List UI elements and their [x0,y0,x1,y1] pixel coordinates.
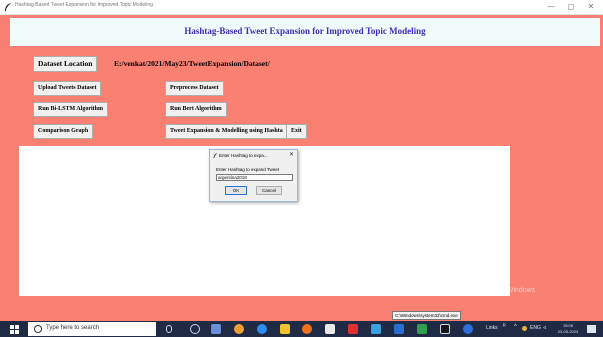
hashtag-input-dialog: Enter Hashtag to expa... ✕ Enter Hashtag… [209,149,298,202]
maximize-button[interactable]: ◻ [562,1,580,13]
preprocess-dataset-button[interactable]: Preprocess Dataset [165,81,224,96]
minimize-button[interactable]: — [542,1,560,13]
upload-tweets-button[interactable]: Upload Tweets Dataset [33,81,102,96]
taskbar-search-box[interactable]: Type here to search [28,322,156,336]
microphone-icon[interactable] [166,325,172,333]
taskbar-clock[interactable]: 15:05 23-05-2023 [556,323,580,335]
dataset-path-text: E:/venkat/2021/May23/TweetExpansion/Data… [114,59,270,68]
window-titlebar: Hashtag-Based Tweet Expansion for Improv… [0,0,603,15]
chevron-up-icon[interactable]: ^ [514,324,517,330]
hashtag-input[interactable]: argentina2018 [216,174,293,181]
search-icon [34,325,42,333]
dialog-close-icon[interactable]: ✕ [289,151,294,158]
dialog-title: Enter Hashtag to expa... [219,153,268,158]
pdf-reader-icon[interactable] [348,324,358,334]
notification-icon[interactable] [587,325,596,333]
clock-date: 23-05-2023 [557,329,579,334]
store-icon[interactable] [325,324,335,334]
taskbar-app-icon[interactable] [211,324,221,334]
close-button[interactable]: ✕ [582,1,600,13]
word-icon[interactable] [394,324,404,334]
feather-icon [213,153,218,159]
task-view-icon[interactable] [190,324,200,334]
tweet-expansion-button[interactable]: Tweet Expansion & Modelling using Hashta [165,124,288,139]
window-title: Hashtag-Based Tweet Expansion for Improv… [15,2,153,8]
taskbar: Type here to search Links ᴿ ^ ENG ◃ 15:0… [0,321,603,337]
windows-start-icon[interactable] [10,325,19,334]
speaker-icon[interactable]: ◃ [543,324,546,331]
exit-button[interactable]: Exit [286,124,307,139]
cmd-icon[interactable] [440,324,450,334]
activate-windows-watermark: Activate Windows [480,287,536,294]
chrome-icon[interactable] [463,324,473,334]
feather-icon [5,3,11,11]
firefox-icon[interactable] [234,324,244,334]
dialog-ok-button[interactable]: OK [225,186,247,195]
edge-icon[interactable] [257,324,267,334]
tray-app-icon[interactable] [522,326,527,331]
people-icon[interactable]: ᴿ [503,324,506,330]
browser-icon[interactable] [302,324,312,334]
dialog-cancel-button[interactable]: Cancel [256,186,282,195]
run-bert-button[interactable]: Run Bert Algorithm [165,102,227,117]
dialog-prompt: Enter Hashtag to expand Tweet [216,167,279,172]
editor-icon[interactable] [371,324,381,334]
language-indicator[interactable]: ENG [530,325,541,331]
run-bilstm-button[interactable]: Run Bi-LSTM Algorithm [33,102,109,117]
page-title: Hashtag-Based Tweet Expansion for Improv… [184,26,426,36]
cmd-tooltip: C:\Windows\system32\cmd.exe [392,311,461,320]
links-toolbar-label[interactable]: Links [486,325,498,331]
comparison-graph-button[interactable]: Comparison Graph [33,124,94,139]
dataset-location-label: Dataset Location [33,56,98,72]
file-explorer-icon[interactable] [280,324,290,334]
python-icon[interactable] [417,324,427,334]
search-placeholder: Type here to search [46,325,100,331]
heading-banner: Hashtag-Based Tweet Expansion for Improv… [10,18,600,46]
